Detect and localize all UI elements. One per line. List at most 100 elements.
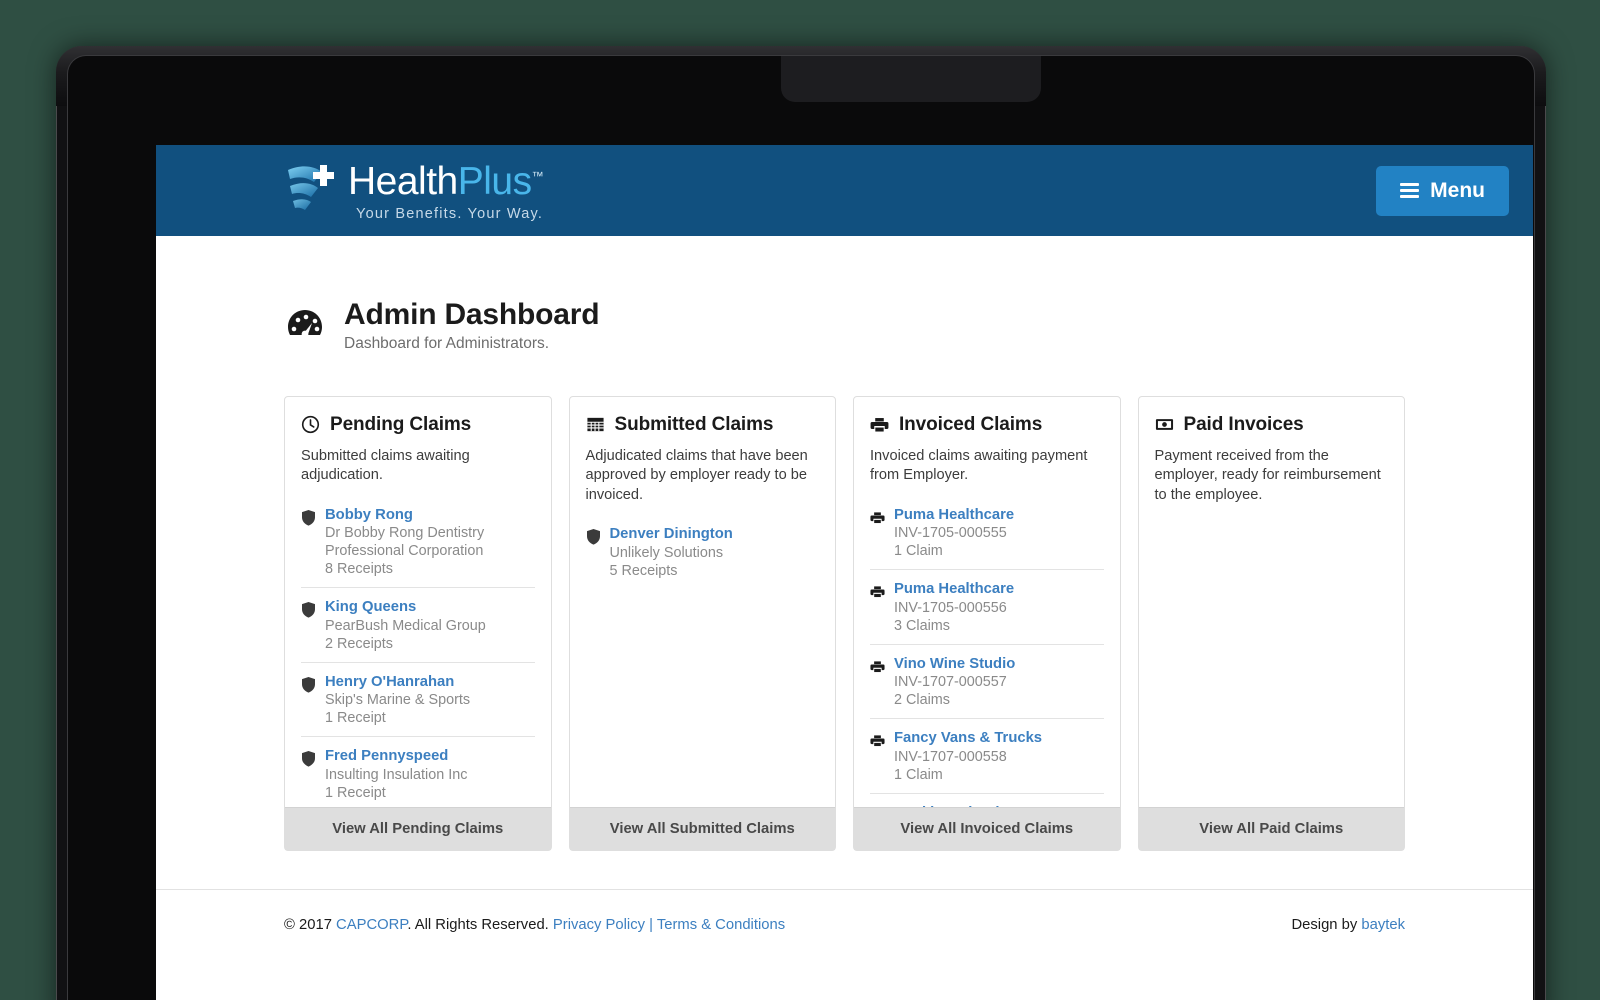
list-item-detail: 5 Receipts — [610, 563, 733, 580]
card-body: Submitted Claims Adjudicated claims that … — [570, 397, 836, 807]
card-title: Pending Claims — [330, 414, 471, 436]
list-item-detail: Skip's Marine & Sports — [325, 692, 470, 709]
list-item-detail: 1 Claim — [894, 767, 1042, 784]
brand-name: HealthPlus™ — [348, 162, 543, 201]
menu-button-label: Menu — [1430, 179, 1485, 203]
card-header: Paid Invoices — [1155, 414, 1389, 436]
dashboard-card: Pending Claims Submitted claims awaiting … — [284, 396, 552, 851]
list-item[interactable]: Henry O'HanrahanSkip's Marine & Sports1 … — [301, 662, 535, 736]
list-item[interactable]: Puma HealthcareINV-1705-0005551 Claim — [870, 502, 1104, 569]
list-item-detail: Insulting Insulation Inc — [325, 767, 467, 784]
card-description: Submitted claims awaiting adjudication. — [301, 447, 535, 486]
list-item-link[interactable]: King Queens — [325, 598, 486, 616]
card-title: Paid Invoices — [1184, 414, 1304, 436]
list-item[interactable]: Fancy Vans & TrucksINV-1707-0005581 Clai… — [870, 718, 1104, 792]
baytek-link[interactable]: baytek — [1361, 917, 1405, 933]
site-footer: © 2017 CAPCORP. All Rights Reserved. Pri… — [156, 889, 1533, 933]
card-description: Adjudicated claims that have been approv… — [586, 447, 820, 506]
card-footer-button[interactable]: View All Paid Claims — [1139, 807, 1405, 850]
rights-text: . All Rights Reserved. — [407, 917, 553, 933]
brand-name-part1: Health — [348, 160, 458, 203]
banknote-icon — [1155, 415, 1174, 434]
dashboard-cards: Pending Claims Submitted claims awaiting … — [284, 396, 1405, 851]
grid-table-icon — [586, 415, 605, 434]
page-content: Admin Dashboard Dashboard for Administra… — [156, 236, 1533, 851]
dashboard-card: Submitted Claims Adjudicated claims that … — [569, 396, 837, 851]
list-item[interactable]: Denver Dinington Unlikely Solutions5 Rece… — [586, 521, 820, 588]
printer-icon — [870, 583, 885, 600]
list-item-link[interactable]: Henry O'Hanrahan — [325, 673, 470, 691]
list-item[interactable]: King Queens PearBush Medical Group2 Recei… — [301, 587, 535, 661]
hamburger-icon — [1400, 179, 1419, 201]
list-item-link[interactable]: Fred Pennyspeed — [325, 747, 467, 765]
list-item-detail: Unlikely Solutions — [610, 545, 733, 562]
card-description: Invoiced claims awaiting payment from Em… — [870, 447, 1104, 486]
list-item[interactable]: Bobby RongDr Bobby Rong DentistryProfess… — [301, 502, 535, 587]
printer-icon — [870, 732, 885, 749]
list-item[interactable]: Puma HealthcareINV-1705-0005563 Claims — [870, 569, 1104, 643]
browser-viewport: HealthPlus™ Your Benefits. Your Way. Men… — [156, 145, 1533, 1000]
brand-name-part2: Plus — [458, 160, 532, 203]
list-item-detail: PearBush Medical Group — [325, 618, 486, 635]
card-footer-button[interactable]: View All Pending Claims — [285, 807, 551, 850]
list-item-detail: INV-1707-000557 — [894, 674, 1015, 691]
design-credit: Design by baytek — [1291, 917, 1405, 933]
dashboard-gauge-icon — [284, 304, 326, 346]
list-item-link[interactable]: Bobby Rong — [325, 506, 484, 524]
page-subtitle: Dashboard for Administrators. — [344, 335, 599, 353]
card-body: Pending Claims Submitted claims awaiting … — [285, 397, 551, 807]
menu-button[interactable]: Menu — [1376, 166, 1509, 216]
list-item[interactable]: Vino Wine StudioINV-1707-0005572 Claims — [870, 644, 1104, 718]
shield-icon — [301, 676, 316, 693]
list-item-link[interactable]: Vino Wine Studio — [894, 655, 1015, 673]
card-list: Puma HealthcareINV-1705-0005551 ClaimPum… — [870, 502, 1104, 807]
list-item[interactable]: Fred Pennyspeed Insulting Insulation Inc1… — [301, 736, 535, 807]
printer-icon — [870, 415, 889, 434]
printer-icon — [870, 658, 885, 675]
design-prefix: Design by — [1291, 917, 1361, 933]
shield-icon — [301, 750, 316, 767]
list-item-detail: 1 Receipt — [325, 785, 467, 802]
privacy-policy-link[interactable]: Privacy Policy — [553, 917, 645, 933]
card-header: Submitted Claims — [586, 414, 820, 436]
list-item-detail: 2 Receipts — [325, 636, 486, 653]
card-body: Paid Invoices Payment received from the e… — [1139, 397, 1405, 807]
shield-icon — [301, 601, 316, 618]
list-item-detail: 8 Receipts — [325, 561, 484, 578]
list-item-detail: INV-1705-000555 — [894, 525, 1014, 542]
list-item-link[interactable]: Puma Healthcare — [894, 506, 1014, 524]
trademark-symbol: ™ — [532, 169, 544, 183]
list-item-link[interactable]: Puma Healthcare — [894, 580, 1014, 598]
shield-plus-icon — [284, 162, 336, 216]
card-list: Denver Dinington Unlikely Solutions5 Rece… — [586, 521, 820, 588]
shield-icon — [301, 509, 316, 526]
copyright-line: © 2017 CAPCORP. All Rights Reserved. Pri… — [284, 917, 785, 933]
card-title: Invoiced Claims — [899, 414, 1042, 436]
card-description: Payment received from the employer, read… — [1155, 447, 1389, 506]
list-item-detail: Professional Corporation — [325, 543, 484, 560]
dashboard-card: Invoiced Claims Invoiced claims awaiting … — [853, 396, 1121, 851]
list-item-link[interactable]: Denver Dinington — [610, 525, 733, 543]
device-notch — [781, 56, 1041, 102]
list-item-detail: INV-1705-000556 — [894, 600, 1014, 617]
copyright-prefix: © 2017 — [284, 917, 336, 933]
card-body: Invoiced Claims Invoiced claims awaiting … — [854, 397, 1120, 807]
card-header: Invoiced Claims — [870, 414, 1104, 436]
footer-separator: | — [645, 917, 657, 933]
brand-logo[interactable]: HealthPlus™ Your Benefits. Your Way. — [284, 160, 543, 222]
laptop-device-frame: HealthPlus™ Your Benefits. Your Way. Men… — [56, 46, 1546, 1000]
site-header: HealthPlus™ Your Benefits. Your Way. Men… — [156, 145, 1533, 236]
terms-conditions-link[interactable]: Terms & Conditions — [657, 917, 785, 933]
page-header: Admin Dashboard Dashboard for Administra… — [284, 236, 1405, 353]
company-link[interactable]: CAPCORP — [336, 917, 407, 933]
card-footer-button[interactable]: View All Submitted Claims — [570, 807, 836, 850]
list-item[interactable]: Rockin' JohnniesINV-1707-0005591 Claim — [870, 793, 1104, 807]
list-item-link[interactable]: Fancy Vans & Trucks — [894, 729, 1042, 747]
card-title: Submitted Claims — [615, 414, 774, 436]
page-title: Admin Dashboard — [344, 298, 599, 332]
list-item-detail: 1 Receipt — [325, 710, 470, 727]
brand-tagline: Your Benefits. Your Way. — [348, 206, 543, 222]
card-footer-button[interactable]: View All Invoiced Claims — [854, 807, 1120, 850]
list-item-detail: 2 Claims — [894, 692, 1015, 709]
dashboard-card: Paid Invoices Payment received from the e… — [1138, 396, 1406, 851]
